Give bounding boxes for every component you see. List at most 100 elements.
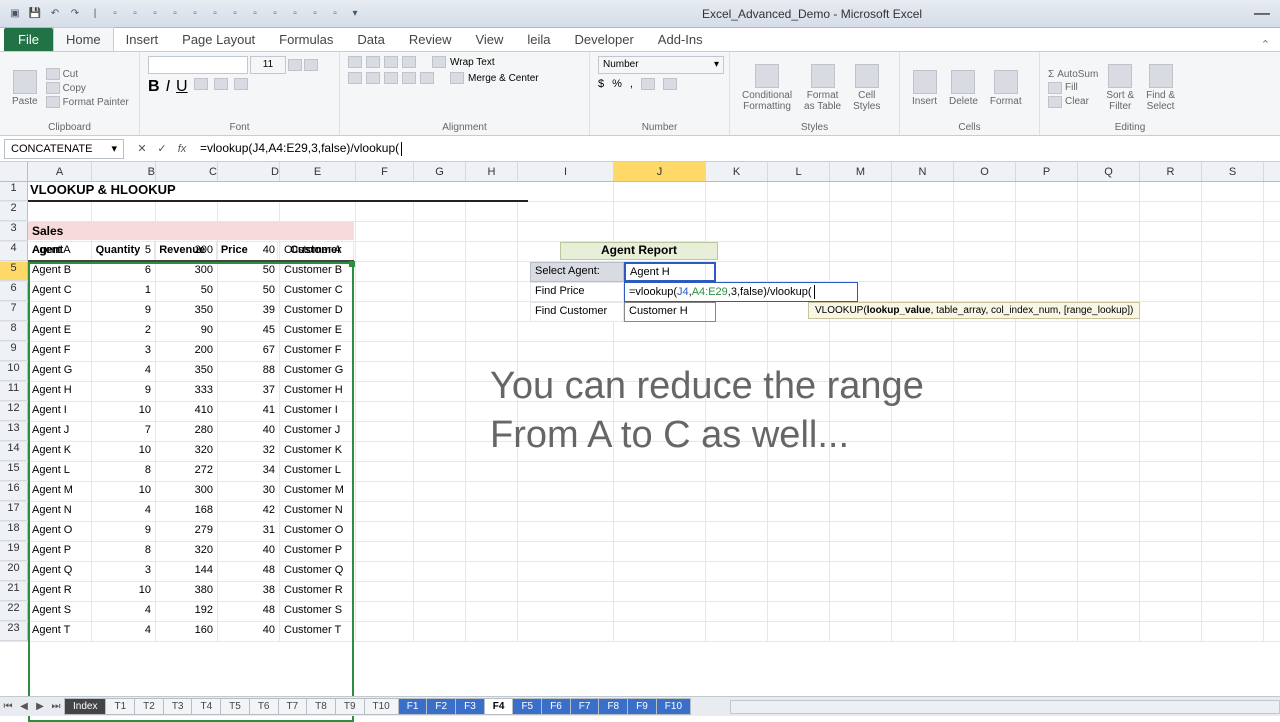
sheet-tab[interactable]: F2: [426, 698, 456, 715]
sort-filter-button[interactable]: Sort & Filter: [1102, 62, 1138, 114]
cut-button[interactable]: Cut: [46, 68, 129, 80]
row-header[interactable]: 9: [0, 342, 28, 361]
cell[interactable]: [156, 202, 218, 221]
worksheet-grid[interactable]: A B C D E F G H I J K L M N O P Q R S 12…: [0, 162, 1280, 642]
cell[interactable]: [1016, 402, 1078, 421]
conditional-formatting-button[interactable]: Conditional Formatting: [738, 62, 796, 114]
cell[interactable]: [1140, 582, 1202, 601]
cell[interactable]: [830, 502, 892, 521]
cell[interactable]: [1202, 602, 1264, 621]
cell[interactable]: 320: [156, 542, 218, 561]
cell[interactable]: 88: [218, 362, 280, 381]
col-header[interactable]: O: [954, 162, 1016, 181]
cell[interactable]: [830, 602, 892, 621]
cell[interactable]: [706, 482, 768, 501]
cell[interactable]: [706, 462, 768, 481]
cell[interactable]: [706, 222, 768, 241]
cell[interactable]: [768, 602, 830, 621]
col-header[interactable]: F: [356, 162, 414, 181]
sheet-tab[interactable]: F4: [484, 698, 514, 715]
file-tab[interactable]: File: [4, 28, 53, 51]
row-header[interactable]: 15: [0, 462, 28, 481]
cell[interactable]: 9: [92, 522, 156, 541]
cell[interactable]: Agent F: [28, 342, 92, 361]
cell[interactable]: [614, 502, 706, 521]
cell[interactable]: [1016, 582, 1078, 601]
cell[interactable]: [614, 602, 706, 621]
cell[interactable]: 380: [156, 582, 218, 601]
cell[interactable]: [954, 582, 1016, 601]
cell[interactable]: 40: [218, 622, 280, 641]
cell[interactable]: [1016, 422, 1078, 441]
cell[interactable]: [1140, 482, 1202, 501]
cell[interactable]: [356, 522, 414, 541]
qat-btn[interactable]: ▫: [226, 5, 244, 23]
cell[interactable]: 30: [218, 482, 280, 501]
cell[interactable]: [1140, 262, 1202, 281]
cell[interactable]: [518, 542, 614, 561]
tab-nav-last-icon[interactable]: ⏭: [48, 701, 64, 712]
col-header[interactable]: H: [466, 162, 518, 181]
cell[interactable]: 39: [218, 302, 280, 321]
cell[interactable]: [768, 502, 830, 521]
cell[interactable]: [1078, 422, 1140, 441]
cell[interactable]: [280, 202, 356, 221]
cell[interactable]: [356, 222, 414, 241]
cell[interactable]: [706, 562, 768, 581]
cell[interactable]: [356, 242, 414, 261]
cell[interactable]: [1140, 282, 1202, 301]
wrap-icon[interactable]: [432, 56, 446, 68]
cell[interactable]: [954, 402, 1016, 421]
cell[interactable]: Customer C: [280, 282, 356, 301]
cell[interactable]: [414, 602, 466, 621]
cell[interactable]: [356, 382, 414, 401]
cell[interactable]: [356, 482, 414, 501]
cell[interactable]: [614, 542, 706, 561]
cell[interactable]: [706, 182, 768, 201]
cell[interactable]: [706, 502, 768, 521]
tab-page-layout[interactable]: Page Layout: [170, 28, 267, 51]
cell[interactable]: [706, 342, 768, 361]
cell[interactable]: [830, 262, 892, 281]
cell[interactable]: [768, 562, 830, 581]
merged-title-cell[interactable]: VLOOKUP & HLOOKUP: [28, 182, 528, 202]
cell[interactable]: 48: [218, 602, 280, 621]
shrink-font-icon[interactable]: [304, 59, 318, 71]
cell[interactable]: Agent B: [28, 262, 92, 281]
cell[interactable]: Agent E: [28, 322, 92, 341]
col-header[interactable]: P: [1016, 162, 1078, 181]
cell[interactable]: 10: [92, 442, 156, 461]
cell[interactable]: Customer S: [280, 602, 356, 621]
cell[interactable]: [466, 622, 518, 641]
cell[interactable]: Agent L: [28, 462, 92, 481]
cell[interactable]: [356, 542, 414, 561]
cell[interactable]: [1140, 242, 1202, 261]
row-header[interactable]: 11: [0, 382, 28, 401]
cell[interactable]: Customer P: [280, 542, 356, 561]
cell[interactable]: [768, 342, 830, 361]
cell[interactable]: 4: [92, 622, 156, 641]
cell[interactable]: [1202, 542, 1264, 561]
cell[interactable]: [466, 222, 518, 241]
cell[interactable]: [892, 262, 954, 281]
cell[interactable]: [466, 302, 518, 321]
cell[interactable]: [830, 222, 892, 241]
cell[interactable]: [1078, 242, 1140, 261]
cell[interactable]: [768, 482, 830, 501]
cell[interactable]: 168: [156, 502, 218, 521]
font-size-input[interactable]: 11: [250, 56, 286, 74]
col-header[interactable]: D: [218, 162, 280, 181]
grow-font-icon[interactable]: [288, 59, 302, 71]
cell[interactable]: [830, 242, 892, 261]
col-header[interactable]: N: [892, 162, 954, 181]
cell[interactable]: [518, 462, 614, 481]
cell[interactable]: 4: [92, 362, 156, 381]
cell[interactable]: [1016, 322, 1078, 341]
cell[interactable]: Agent J: [28, 422, 92, 441]
cell[interactable]: 4: [92, 602, 156, 621]
qat-btn[interactable]: ▫: [246, 5, 264, 23]
cell[interactable]: Agent I: [28, 402, 92, 421]
cell[interactable]: [892, 322, 954, 341]
cell[interactable]: [1016, 382, 1078, 401]
cell[interactable]: [1140, 622, 1202, 641]
